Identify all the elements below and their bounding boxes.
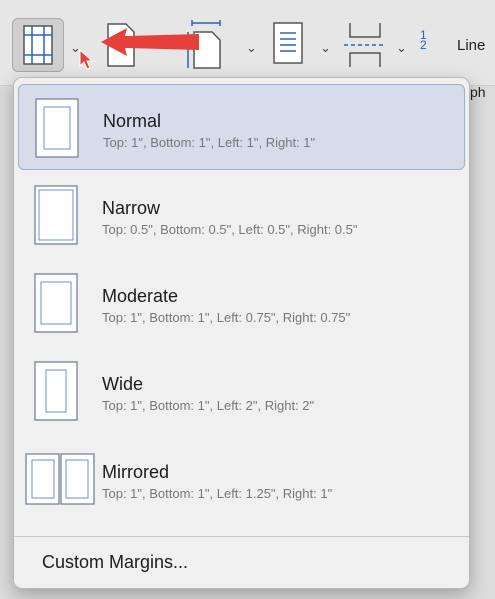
line-numbers-glyph-bottom: 2 [420, 38, 427, 52]
annotation-arrow-icon [101, 28, 199, 56]
columns-button[interactable] [268, 20, 308, 68]
margin-option-title: Mirrored [102, 462, 170, 482]
wide-margin-icon [34, 361, 78, 421]
margin-option-desc: Top: 1", Bottom: 1", Left: 1", Right: 1" [103, 135, 316, 150]
margin-option-normal[interactable]: Normal Top: 1", Bottom: 1", Left: 1", Ri… [18, 84, 465, 170]
margin-option-desc: Top: 1", Bottom: 1", Left: 0.75", Right:… [102, 310, 351, 325]
margins-button[interactable] [12, 18, 64, 72]
breaks-chevron-down-icon[interactable]: ⌄ [396, 40, 407, 56]
breaks-icon [344, 23, 386, 67]
margins-dropdown-menu: Normal Top: 1", Bottom: 1", Left: 1", Ri… [13, 77, 470, 589]
menu-divider [14, 536, 469, 537]
breaks-button[interactable] [340, 20, 390, 70]
size-chevron-down-icon[interactable]: ⌄ [246, 40, 257, 56]
columns-icon [273, 22, 303, 64]
columns-chevron-down-icon[interactable]: ⌄ [320, 40, 331, 56]
margin-option-title: Moderate [102, 286, 179, 306]
narrow-margin-icon [34, 185, 78, 245]
line-numbers-label[interactable]: Line [457, 37, 485, 54]
margin-option-desc: Top: 1", Bottom: 1", Left: 2", Right: 2" [102, 398, 315, 413]
margin-option-narrow[interactable]: Narrow Top: 0.5", Bottom: 0.5", Left: 0.… [18, 172, 465, 258]
mouse-cursor-icon [79, 48, 94, 70]
margin-option-desc: Top: 0.5", Bottom: 0.5", Left: 0.5", Rig… [102, 222, 358, 237]
line-numbers-icon[interactable]: 1 2 [420, 29, 427, 52]
margins-icon [23, 25, 53, 65]
normal-margin-icon [35, 98, 79, 158]
ribbon-toolbar: ⌄ ⌄ ⌄ ⌄ 1 2 Line yph [0, 0, 495, 100]
margin-option-desc: Top: 1", Bottom: 1", Left: 1.25", Right:… [102, 486, 333, 501]
moderate-margin-icon [34, 273, 78, 333]
margin-option-title: Narrow [102, 198, 161, 218]
mirrored-margin-icon [25, 453, 95, 505]
margin-option-mirrored[interactable]: Mirrored Top: 1", Bottom: 1", Left: 1.25… [18, 436, 465, 522]
custom-margins-button[interactable]: Custom Margins... [14, 540, 469, 584]
margin-option-moderate[interactable]: Moderate Top: 1", Bottom: 1", Left: 0.75… [18, 260, 465, 346]
margin-option-title: Normal [103, 111, 162, 131]
margin-option-title: Wide [102, 374, 144, 394]
custom-margins-label: Custom Margins... [42, 552, 189, 572]
margin-option-wide[interactable]: Wide Top: 1", Bottom: 1", Left: 2", Righ… [18, 348, 465, 434]
